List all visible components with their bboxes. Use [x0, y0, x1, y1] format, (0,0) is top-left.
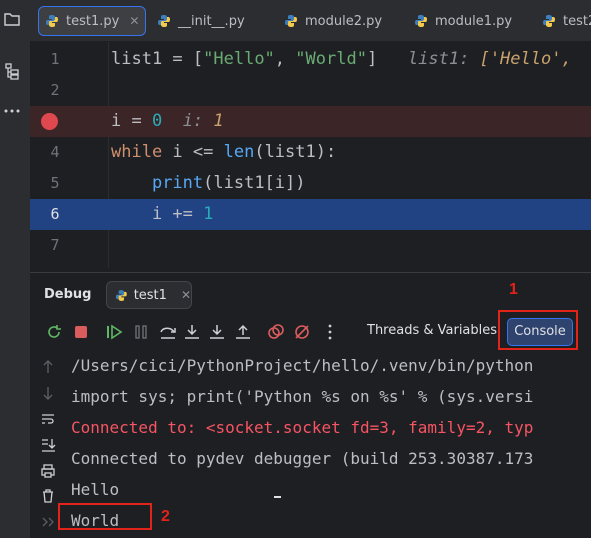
resume-icon[interactable]	[104, 322, 124, 342]
code-text: i = 0 i: 1	[111, 111, 224, 131]
line-number[interactable]: 5	[30, 168, 80, 199]
python-file-icon	[46, 15, 58, 27]
console-line: /Users/cici/PythonProject/hello/.venv/bi…	[71, 356, 534, 375]
inline-value-label: list1:	[407, 49, 470, 69]
debug-title: Debug	[44, 287, 92, 302]
console-line-error: Connected to: <socket.socket fd=3, famil…	[71, 418, 534, 437]
code-line-4[interactable]: 4 while i <= len(list1):	[30, 137, 591, 168]
print-icon[interactable]	[40, 463, 56, 479]
python-file-icon	[543, 15, 555, 27]
python-file-icon	[158, 15, 170, 27]
step-into-my-code-icon[interactable]	[207, 322, 227, 342]
line-number[interactable]: 6	[30, 199, 80, 230]
step-into-icon[interactable]	[182, 322, 202, 342]
python-file-icon	[285, 15, 297, 27]
folder-icon[interactable]	[3, 10, 21, 28]
annotation-number-2: 2	[161, 508, 170, 525]
tab-init[interactable]: __init__.py	[157, 6, 245, 36]
line-number[interactable]: 4	[30, 137, 80, 168]
editor-tabs: test1.py ✕ __init__.py module2.py module…	[30, 0, 591, 42]
trash-icon[interactable]	[40, 488, 56, 504]
code-line-7[interactable]: 7	[30, 230, 591, 261]
text-cursor	[274, 496, 281, 498]
step-over-icon[interactable]	[158, 322, 178, 342]
console-line: import sys; print('Python %s on %s' % (s…	[71, 387, 534, 406]
code-line-2[interactable]: 2	[30, 75, 591, 106]
line-number[interactable]: 7	[30, 230, 80, 261]
code-text: while i <= len(list1):	[111, 142, 337, 162]
console-line: Hello	[71, 480, 120, 499]
line-number-breakpoint[interactable]	[30, 106, 80, 137]
tab-threads-variables[interactable]: Threads & Variables	[367, 323, 497, 338]
tab-label: module1.py	[435, 13, 513, 29]
tab-label: module2.py	[305, 13, 383, 29]
kebab-menu-icon[interactable]	[320, 322, 340, 342]
line-number[interactable]: 2	[30, 75, 80, 106]
tab-label: test1.py	[66, 13, 120, 29]
debug-session-tab[interactable]: test1 ✕	[106, 281, 192, 309]
code-text: i += 1	[111, 204, 214, 224]
more-icon[interactable]	[3, 102, 21, 120]
tab-module2[interactable]: module2.py	[284, 6, 382, 36]
tab-label: __init__.py	[178, 13, 245, 29]
inline-value: ['Hello',	[479, 49, 572, 69]
breakpoint-icon[interactable]	[41, 113, 58, 130]
pause-icon[interactable]	[131, 322, 151, 342]
code-line-5[interactable]: 5 print(list1[i])	[30, 168, 591, 199]
line-number[interactable]: 1	[30, 44, 80, 75]
rerun-icon[interactable]	[44, 322, 64, 342]
debug-tab-label: test1	[133, 287, 167, 303]
scroll-to-end-icon[interactable]	[40, 437, 56, 453]
console-line: Connected to pydev debugger (build 253.3…	[71, 449, 534, 468]
python-file-icon	[415, 15, 427, 27]
step-out-icon[interactable]	[233, 322, 253, 342]
code-line-1[interactable]: 1 list1 = ["Hello", "World"] list1: ['He…	[30, 44, 591, 75]
annotation-box-console	[498, 310, 578, 350]
inline-value-label: i:	[182, 111, 204, 131]
activity-strip	[0, 0, 30, 538]
arrow-up-icon[interactable]	[40, 359, 56, 375]
tab-test1[interactable]: test1.py ✕	[38, 6, 147, 36]
tab-module1[interactable]: module1.py	[414, 6, 512, 36]
chevron-right-icon[interactable]	[40, 514, 56, 530]
python-debug-icon	[115, 289, 127, 301]
close-icon[interactable]: ✕	[181, 288, 191, 302]
code-line-3[interactable]: i = 0 i: 1	[30, 106, 591, 137]
stop-icon[interactable]	[71, 322, 91, 342]
code-text: list1 = ["Hello", "World"] list1: ['Hell…	[111, 49, 572, 69]
soft-wrap-icon[interactable]	[40, 411, 56, 427]
annotation-number-1: 1	[509, 281, 518, 298]
code-text: print(list1[i])	[151, 173, 306, 193]
close-icon[interactable]: ✕	[129, 14, 139, 28]
annotation-box-world	[58, 503, 152, 530]
inline-value: 1	[213, 111, 224, 131]
arrow-down-icon[interactable]	[40, 385, 56, 401]
mute-breakpoints-icon[interactable]	[292, 322, 312, 342]
code-line-6-current[interactable]: 6 i += 1	[30, 199, 591, 230]
tab-label: test2	[563, 13, 591, 29]
structure-icon[interactable]	[3, 62, 21, 80]
tab-test2[interactable]: test2	[542, 6, 591, 36]
code-editor[interactable]: 1 list1 = ["Hello", "World"] list1: ['He…	[30, 42, 591, 268]
view-breakpoints-icon[interactable]	[266, 322, 286, 342]
